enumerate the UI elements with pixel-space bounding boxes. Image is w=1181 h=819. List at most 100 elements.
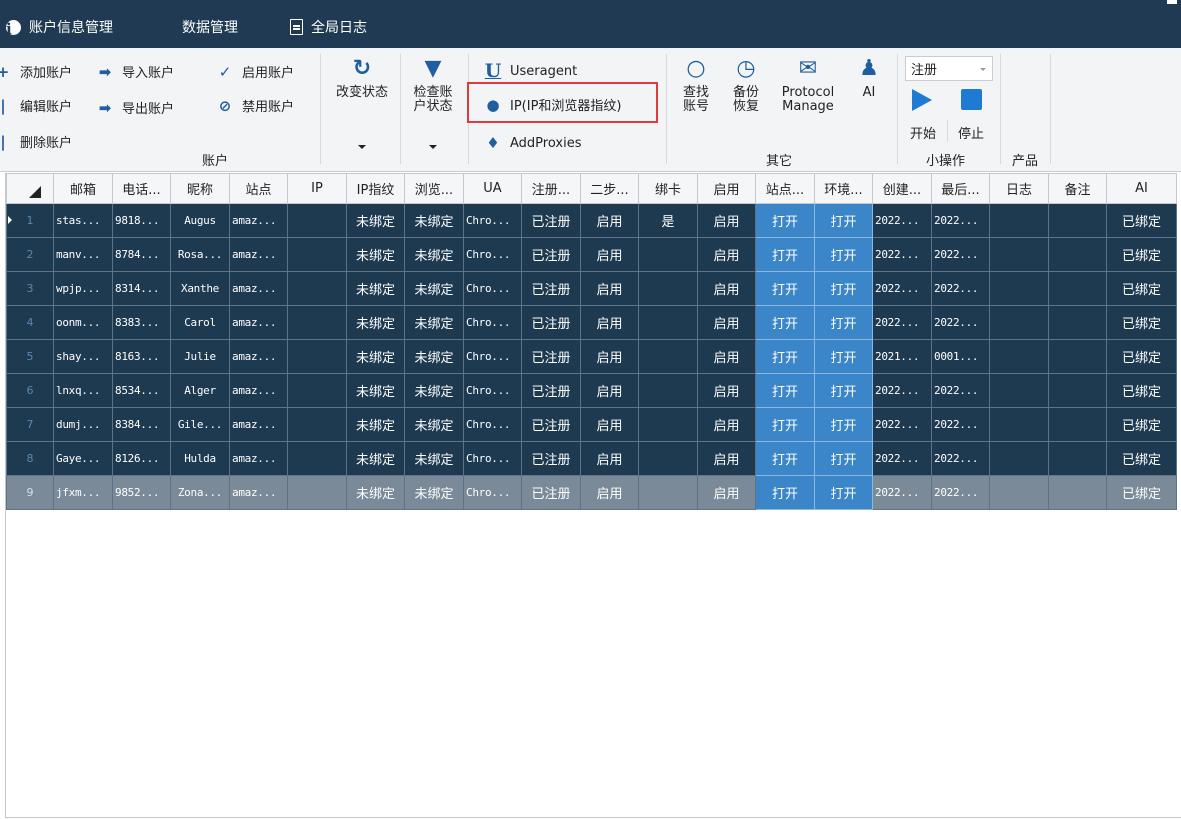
useragent-label: Useragent <box>510 63 578 79</box>
open-sitebtn-button[interactable]: 打开 <box>755 441 815 476</box>
row-number[interactable]: 3 <box>6 271 54 306</box>
column-header[interactable]: 昵称 <box>170 173 230 204</box>
row-number[interactable]: 9 <box>6 475 54 510</box>
column-header[interactable]: 环境... <box>814 173 873 204</box>
column-header[interactable]: 站点... <box>755 173 815 204</box>
delete-account-button[interactable]: | 删除账户 <box>0 132 72 152</box>
find-account-button[interactable]: ○ 查找 账号 <box>674 56 718 114</box>
cell-email: jfxm... <box>53 475 113 510</box>
table-row[interactable]: 1 stas... 9818... Augus amaz... 未绑定 未绑定 Chro...… <box>6 203 1177 238</box>
cell-ua: Chro... <box>463 441 522 476</box>
cell-ip <box>287 373 347 408</box>
column-header[interactable]: 备注 <box>1048 173 1107 204</box>
cell-ai: 已绑定 <box>1106 407 1177 442</box>
column-header[interactable]: IP <box>287 173 347 204</box>
import-account-button[interactable]: ➡ 导入账户 <box>96 62 175 82</box>
open-sitebtn-button[interactable]: 打开 <box>755 237 815 272</box>
column-header[interactable]: 浏览... <box>404 173 464 204</box>
column-header[interactable]: 绑卡 <box>638 173 698 204</box>
menu-global-log[interactable]: 全局日志 <box>290 16 367 38</box>
open-sitebtn-button[interactable]: 打开 <box>755 271 815 306</box>
column-header[interactable]: 启用 <box>697 173 756 204</box>
open-envbtn-button[interactable]: 打开 <box>814 373 873 408</box>
open-sitebtn-button[interactable]: 打开 <box>755 339 815 374</box>
menu-data-management[interactable]: 数据管理 <box>158 16 238 38</box>
stop-button[interactable]: 停止 <box>958 123 984 142</box>
column-header[interactable]: 二步... <box>580 173 639 204</box>
cell-ip <box>287 441 347 476</box>
useragent-button[interactable]: U Useragent <box>484 60 577 82</box>
column-header[interactable]: 站点 <box>229 173 288 204</box>
cell-ai: 已绑定 <box>1106 441 1177 476</box>
row-number[interactable]: 2 <box>6 237 54 272</box>
column-header[interactable]: 邮箱 <box>53 173 113 204</box>
add-account-button[interactable]: + 添加账户 <box>0 62 72 82</box>
column-header[interactable]: UA <box>463 173 522 204</box>
import-arrow-icon: ➡ <box>98 62 112 81</box>
table-row[interactable]: 5 shay... 8163... Julie amaz... 未绑定 未绑定 Chro...… <box>6 339 1177 374</box>
protocol-manage-button[interactable]: ✉ Protocol Manage <box>776 56 840 114</box>
play-icon[interactable] <box>912 89 932 111</box>
cell-ip <box>287 271 347 306</box>
column-header[interactable]: AI <box>1106 173 1177 204</box>
ribbon-separator <box>320 54 321 164</box>
row-number[interactable]: 6 <box>6 373 54 408</box>
enable-account-button[interactable]: ✓ 启用账户 <box>216 62 294 82</box>
ai-button[interactable]: ♟ AI <box>850 56 888 100</box>
add-proxies-button[interactable]: ♦ AddProxies <box>484 134 581 152</box>
cell-ip <box>287 203 347 238</box>
open-sitebtn-button[interactable]: 打开 <box>755 475 815 510</box>
open-sitebtn-button[interactable]: 打开 <box>755 407 815 442</box>
column-header[interactable]: IP指纹 <box>346 173 405 204</box>
open-envbtn-button[interactable]: 打开 <box>814 407 873 442</box>
current-row-arrow-icon <box>8 216 12 224</box>
row-number[interactable]: 5 <box>6 339 54 374</box>
column-header[interactable]: 日志 <box>989 173 1049 204</box>
column-header[interactable]: 电话... <box>112 173 171 204</box>
menu-account-info[interactable]: i 账户信息管理 <box>6 16 113 38</box>
column-header[interactable]: 最后... <box>931 173 990 204</box>
open-envbtn-button[interactable]: 打开 <box>814 475 873 510</box>
backup-restore-button[interactable]: ◷ 备份 恢复 <box>724 56 768 114</box>
stop-icon[interactable] <box>961 89 982 110</box>
row-number[interactable]: 4 <box>6 305 54 340</box>
open-envbtn-button[interactable]: 打开 <box>814 305 873 340</box>
table-row[interactable]: 3 wpjp... 8314... Xanthe amaz... 未绑定 未绑定 Chro..… <box>6 271 1177 306</box>
chevron-down-icon[interactable] <box>358 145 366 149</box>
change-status-button[interactable]: ↻ 改变状态 <box>330 56 394 100</box>
edit-account-button[interactable]: | 编辑账户 <box>0 96 72 116</box>
open-envbtn-button[interactable]: 打开 <box>814 271 873 306</box>
column-header[interactable]: 创建... <box>872 173 932 204</box>
row-number[interactable]: 8 <box>6 441 54 476</box>
row-number[interactable]: 1 <box>6 203 54 238</box>
cell-note <box>1048 203 1107 238</box>
open-envbtn-button[interactable]: 打开 <box>814 339 873 374</box>
open-sitebtn-button[interactable]: 打开 <box>755 203 815 238</box>
operation-select[interactable]: 注册 <box>905 56 993 81</box>
open-envbtn-button[interactable]: 打开 <box>814 441 873 476</box>
table-row[interactable]: 2 manv... 8784... Rosa... amaz... 未绑定 未绑定 Chro.… <box>6 237 1177 272</box>
cell-card <box>638 407 698 442</box>
table-row[interactable]: 6 lnxq... 8534... Alger amaz... 未绑定 未绑定 Chro...… <box>6 373 1177 408</box>
import-account-label: 导入账户 <box>122 66 175 81</box>
table-row[interactable]: 9 jfxm... 9852... Zona... amaz... 未绑定 未绑定 Chro.… <box>6 475 1177 510</box>
export-account-button[interactable]: ➡ 导出账户 <box>96 98 174 118</box>
cell-nick: Rosa... <box>170 237 230 272</box>
table-row[interactable]: 7 dumj... 8384... Gile... amaz... 未绑定 未绑定 Chro.… <box>6 407 1177 442</box>
check-account-status-button[interactable]: ▼ 检查账 户状态 <box>404 56 462 114</box>
underline-u-icon: U <box>484 60 502 82</box>
cell-log <box>989 441 1049 476</box>
chevron-down-icon[interactable] <box>429 145 437 149</box>
table-row[interactable]: 4 oonm... 8383... Carol amaz... 未绑定 未绑定 Chro...… <box>6 305 1177 340</box>
row-number[interactable]: 7 <box>6 407 54 442</box>
open-sitebtn-button[interactable]: 打开 <box>755 305 815 340</box>
column-header[interactable]: 注册... <box>521 173 581 204</box>
start-button[interactable]: 开始 <box>910 123 936 142</box>
disable-account-button[interactable]: ⊘ 禁用账户 <box>216 96 294 116</box>
cell-note <box>1048 271 1107 306</box>
open-envbtn-button[interactable]: 打开 <box>814 203 873 238</box>
open-envbtn-button[interactable]: 打开 <box>814 237 873 272</box>
open-sitebtn-button[interactable]: 打开 <box>755 373 815 408</box>
select-all-corner[interactable] <box>6 173 54 204</box>
table-row[interactable]: 8 Gaye... 8126... Hulda amaz... 未绑定 未绑定 Chro...… <box>6 441 1177 476</box>
